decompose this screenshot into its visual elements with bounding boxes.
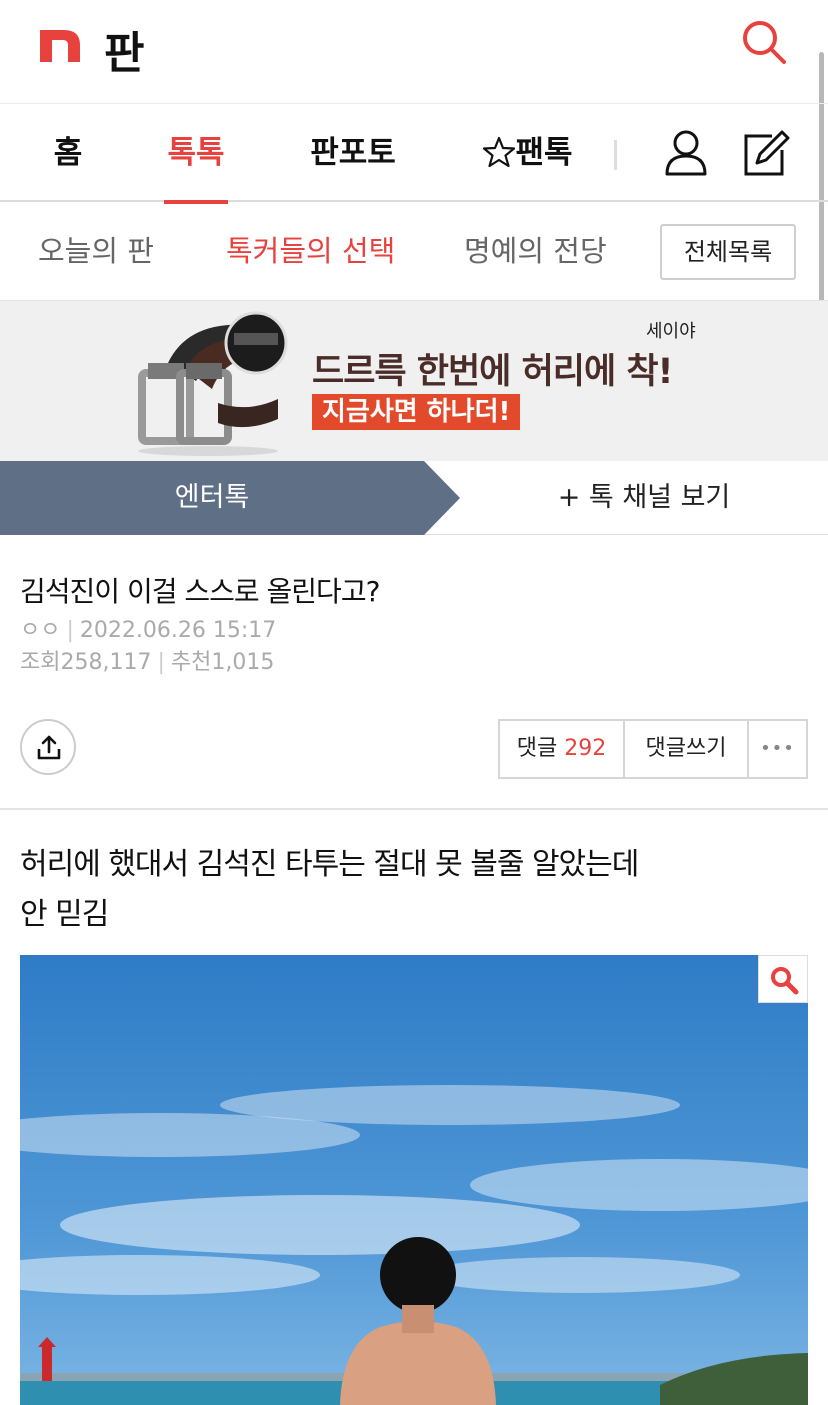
belt-product-image xyxy=(138,311,288,456)
share-button[interactable] xyxy=(20,719,76,775)
more-options-button[interactable]: ••• xyxy=(749,721,806,777)
meta-separator: | xyxy=(66,618,74,643)
subnav-item-today[interactable]: 오늘의 판 xyxy=(38,202,154,300)
beach-photo xyxy=(20,955,808,1405)
ad-cta: 지금사면 하나더! xyxy=(312,394,521,430)
post-date: 2022.06.26 15:17 xyxy=(79,618,277,643)
search-icon[interactable] xyxy=(740,18,788,66)
site-title[interactable]: 판 xyxy=(104,17,144,81)
comments-count: 292 xyxy=(564,736,607,761)
all-list-button[interactable]: 전체목록 xyxy=(660,224,796,280)
meta-separator: | xyxy=(157,650,165,675)
post-body: 허리에 했대서 김석진 타투는 절대 못 볼줄 알았는데 안 믿김 xyxy=(20,840,810,940)
magnifier-icon xyxy=(771,967,799,995)
nav-item-panphoto[interactable]: 판포토 xyxy=(308,104,398,202)
channel-label: 엔터톡 xyxy=(174,482,250,513)
views-label: 조회 xyxy=(20,650,61,675)
post-body-line: 안 믿김 xyxy=(20,897,109,932)
post-author-date: ㅇㅇ | 2022.06.26 15:17 xyxy=(20,612,276,644)
post-body-line: 허리에 했대서 김석진 타투는 절대 못 볼줄 알았는데 xyxy=(20,847,639,882)
nate-logo-icon[interactable] xyxy=(40,27,80,62)
post-title: 김석진이 이걸 스스로 올린다고? xyxy=(20,575,380,608)
sub-nav: 오늘의 판 톡커들의 선택 명예의 전당 전체목록 xyxy=(0,202,828,300)
post-author: ㅇㅇ xyxy=(20,618,61,643)
recommend-count: 1,015 xyxy=(211,650,275,675)
post-image[interactable] xyxy=(20,955,808,1405)
channel-tab[interactable]: 엔터톡 xyxy=(0,461,460,535)
post-action-buttons: 댓글 292 댓글쓰기 ••• xyxy=(498,719,808,779)
post-stats: 조회258,117 | 추천1,015 xyxy=(20,644,274,676)
comments-label: 댓글 xyxy=(516,736,558,761)
channel-bar: 엔터톡 + 톡 채널 보기 xyxy=(0,461,828,535)
views-count: 258,117 xyxy=(60,650,152,675)
ad-brand: 세이야 xyxy=(646,321,696,342)
ad-headline: 드르륵 한번에 허리에 착! xyxy=(312,352,674,392)
comments-button[interactable]: 댓글 292 xyxy=(500,721,625,777)
nav-item-fantalk[interactable]: 팬톡 xyxy=(480,104,576,202)
write-comment-button[interactable]: 댓글쓰기 xyxy=(625,721,749,777)
subnav-item-choice[interactable]: 톡커들의 선택 xyxy=(226,202,395,300)
edit-icon[interactable] xyxy=(742,128,790,178)
zoom-button[interactable] xyxy=(758,955,808,1003)
share-icon xyxy=(37,735,61,760)
star-outline-icon xyxy=(483,136,516,168)
channel-more-link[interactable]: + 톡 채널 보기 xyxy=(460,461,828,535)
subnav-item-hall-of-fame[interactable]: 명예의 전당 xyxy=(464,202,607,300)
main-nav: 홈 톡톡 판포토 팬톡 xyxy=(0,104,828,204)
content-divider xyxy=(0,808,828,810)
user-icon[interactable] xyxy=(662,128,710,178)
nav-item-fantalk-label: 팬톡 xyxy=(515,135,573,171)
nav-divider xyxy=(614,140,617,170)
recommend-label: 추천 xyxy=(170,650,212,675)
nav-item-toktok[interactable]: 톡톡 xyxy=(164,104,228,204)
ad-banner[interactable]: 세이야 드르륵 한번에 허리에 착! 지금사면 하나더! xyxy=(0,300,828,461)
nav-item-home[interactable]: 홈 xyxy=(40,104,96,202)
top-bar: 판 xyxy=(0,0,828,104)
